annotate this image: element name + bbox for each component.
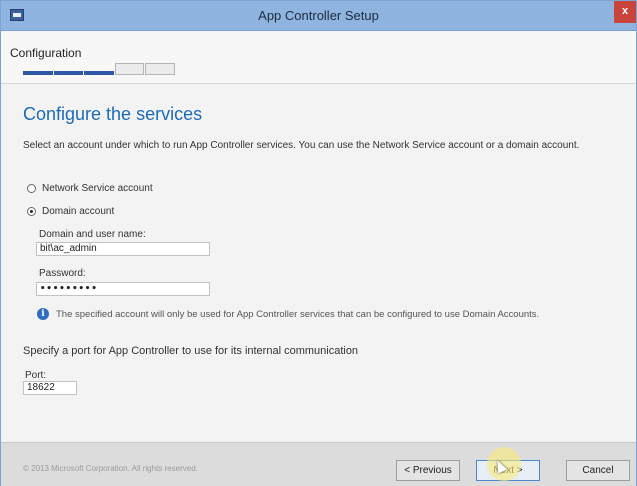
info-text: The specified account will only be used … bbox=[56, 308, 540, 320]
progress-segment bbox=[23, 71, 53, 75]
page-title: Configure the services bbox=[23, 104, 203, 124]
network-service-option[interactable]: Network Service account bbox=[27, 183, 153, 194]
port-label: Port: bbox=[25, 370, 47, 381]
progress-segment bbox=[84, 71, 114, 75]
progress-segment bbox=[145, 63, 175, 75]
page-description: Select an account under which to run App… bbox=[23, 140, 580, 151]
info-icon: i bbox=[37, 308, 49, 320]
copyright-text: © 2013 Microsoft Corporation. All rights… bbox=[23, 464, 198, 473]
previous-button[interactable]: < Previous bbox=[396, 460, 460, 481]
port-heading: Specify a port for App Controller to use… bbox=[23, 345, 359, 357]
wizard-header: Configuration bbox=[1, 32, 636, 84]
domain-user-label: Domain and user name: bbox=[39, 229, 146, 240]
close-button[interactable]: x bbox=[614, 1, 636, 23]
network-service-label[interactable]: Network Service account bbox=[42, 183, 153, 194]
wizard-footer: © 2013 Microsoft Corporation. All rights… bbox=[1, 442, 636, 486]
title-bar[interactable]: App Controller Setup x bbox=[1, 1, 636, 31]
domain-account-radio[interactable] bbox=[27, 207, 36, 216]
password-label: Password: bbox=[39, 268, 86, 279]
port-input[interactable]: 18622 bbox=[23, 381, 77, 395]
window-title: App Controller Setup bbox=[258, 8, 379, 23]
domain-account-option[interactable]: Domain account bbox=[27, 206, 114, 217]
progress-segment bbox=[53, 71, 84, 75]
domain-account-label[interactable]: Domain account bbox=[42, 206, 114, 217]
info-note: i The specified account will only be use… bbox=[37, 308, 539, 320]
setup-window: App Controller Setup x Configuration Con… bbox=[0, 0, 637, 486]
network-service-radio[interactable] bbox=[27, 184, 36, 193]
progress-segment bbox=[114, 63, 145, 75]
cancel-button[interactable]: Cancel bbox=[566, 460, 630, 481]
password-input[interactable]: ••••••••• bbox=[36, 282, 210, 296]
step-label: Configuration bbox=[10, 46, 82, 60]
progress-bar bbox=[23, 63, 176, 75]
domain-user-input[interactable]: bit\ac_admin bbox=[36, 242, 210, 256]
